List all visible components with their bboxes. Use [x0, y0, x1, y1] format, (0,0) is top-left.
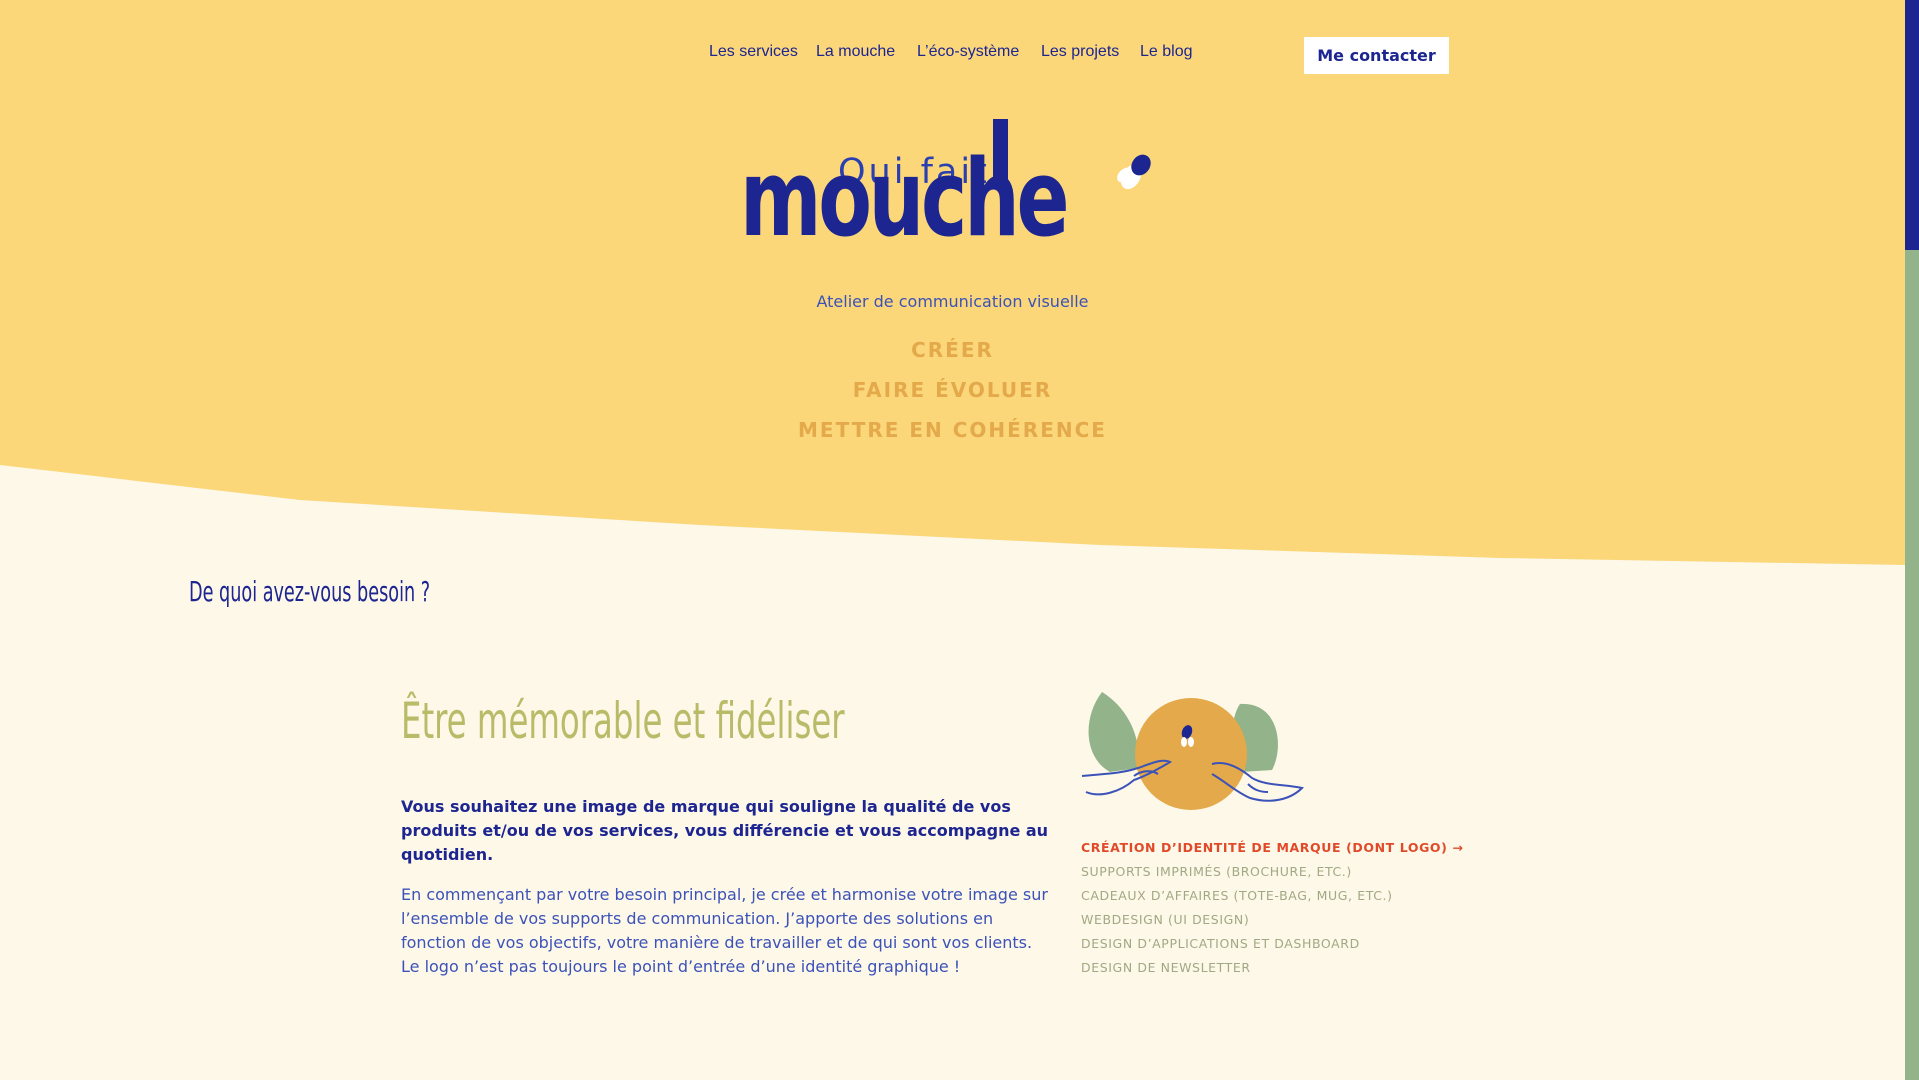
nav-item-blog[interactable]: Le blog [1140, 43, 1193, 61]
hero-background [0, 0, 1905, 565]
site-logo[interactable]: Qui fait mouche [740, 110, 1160, 280]
logo-line2: mouche [740, 137, 1070, 260]
service-title: Être mémorable et fidéliser [401, 692, 845, 750]
service-list: CRÉATION D’IDENTITÉ DE MARQUE (DONT LOGO… [1081, 836, 1464, 980]
scrollbar-thumb[interactable] [1905, 0, 1919, 250]
service-item-cadeaux[interactable]: CADEAUX D’AFFAIRES (TOTE-BAG, MUG, ETC.) [1081, 884, 1464, 908]
orange-illustration [1081, 692, 1304, 810]
needs-heading: De quoi avez-vous besoin ? [189, 575, 431, 608]
nav-item-eco-systeme[interactable]: L’éco-système [917, 43, 1019, 61]
fly-icon [1117, 154, 1151, 190]
verb-faire-evoluer: FAIRE ÉVOLUER [852, 378, 1053, 402]
service-item-applications[interactable]: DESIGN D’APPLICATIONS ET DASHBOARD [1081, 932, 1464, 956]
service-lead: Vous souhaitez une image de marque qui s… [401, 797, 1049, 864]
service-item-webdesign[interactable]: WEBDESIGN (UI DESIGN) [1081, 908, 1464, 932]
service-item-supports-imprimes[interactable]: SUPPORTS IMPRIMÉS (BROCHURE, ETC.) [1081, 860, 1464, 884]
nav-item-projets[interactable]: Les projets [1041, 43, 1119, 61]
nav-item-services[interactable]: Les services [709, 43, 798, 61]
tagline: Atelier de communication visuelle [816, 292, 1089, 311]
contact-button[interactable]: Me contacter [1304, 37, 1449, 74]
service-item-identite[interactable]: CRÉATION D’IDENTITÉ DE MARQUE (DONT LOGO… [1081, 836, 1464, 860]
verb-creer: CRÉER [911, 338, 994, 362]
verb-mettre-en-coherence: METTRE EN COHÉRENCE [798, 418, 1107, 442]
service-body: En commençant par votre besoin principal… [401, 885, 1048, 976]
service-item-newsletter[interactable]: DESIGN DE NEWSLETTER [1081, 956, 1464, 980]
nav-item-la-mouche[interactable]: La mouche [816, 43, 895, 61]
